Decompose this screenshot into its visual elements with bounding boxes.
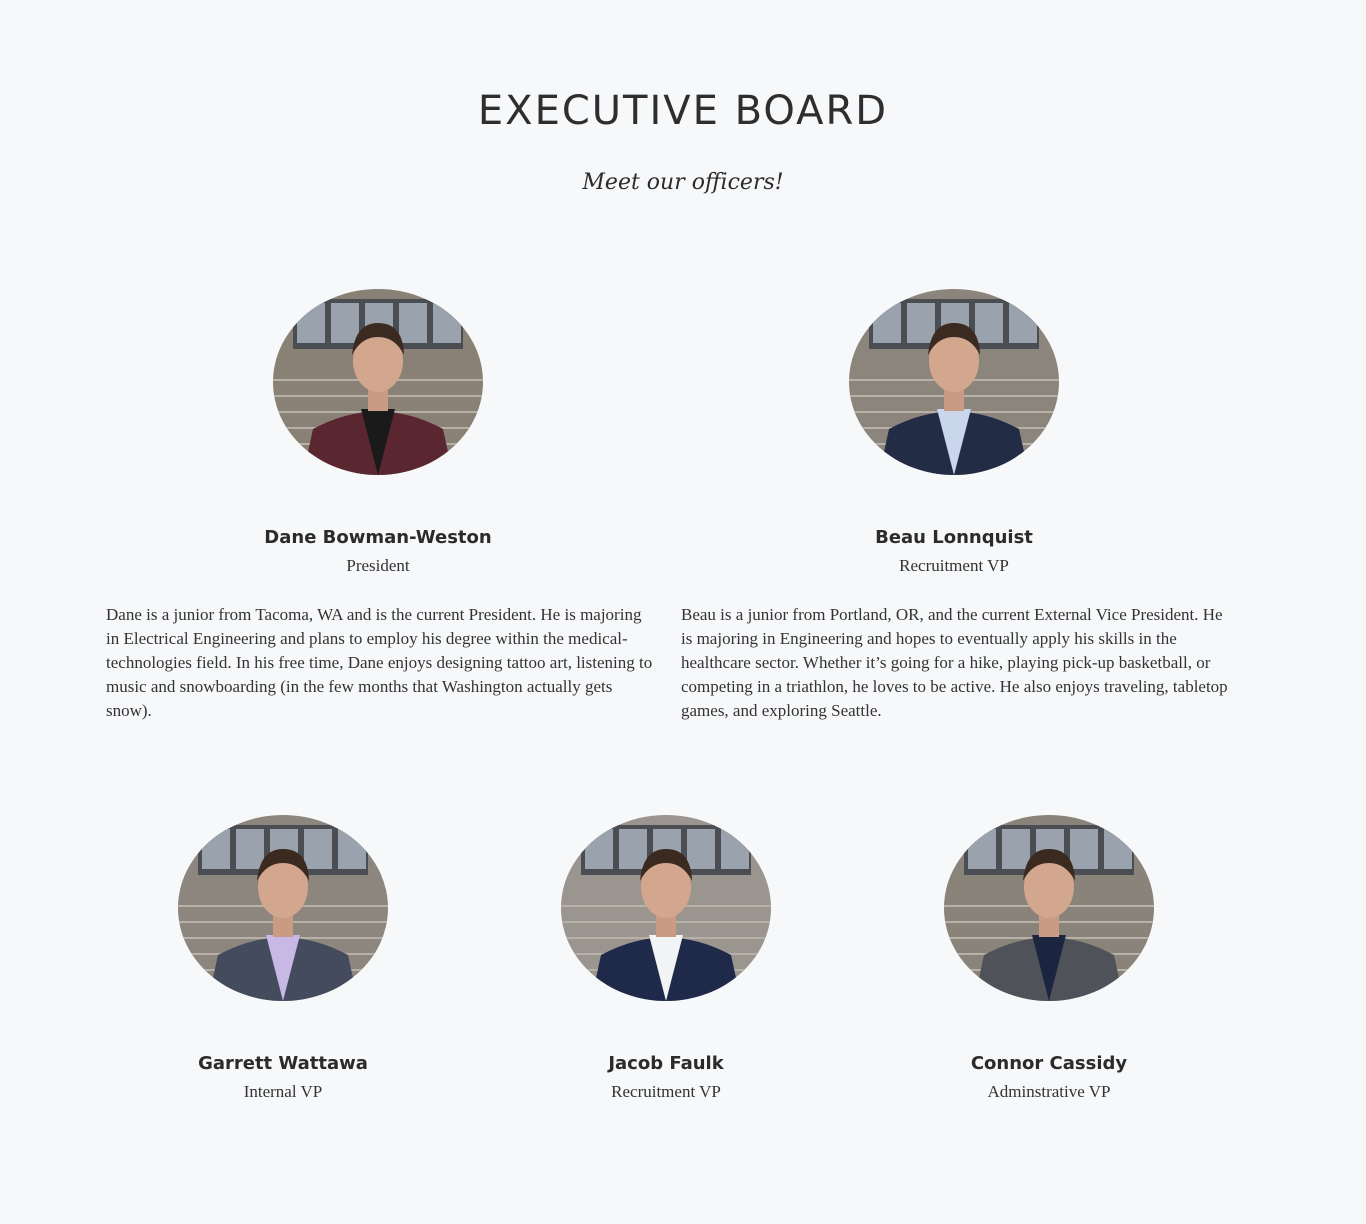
officer-photo <box>849 289 1059 475</box>
portrait-image <box>178 815 388 1001</box>
officer-role: Adminstrative VP <box>987 1082 1111 1101</box>
officer-bio: Beau is a junior from Portland, OR, and … <box>681 605 1228 720</box>
officer-photo <box>273 289 483 475</box>
officer-name: Dane Bowman-Weston <box>264 527 492 548</box>
officer-photo <box>561 815 771 1001</box>
officer-role: Recruitment VP <box>611 1082 721 1101</box>
officer-card-beau: Beau Lonnquist Recruitment VP <box>804 289 1104 577</box>
portrait-image <box>944 815 1154 1001</box>
officer-card-dane: Dane Bowman-Weston President <box>228 289 528 577</box>
officer-role: Recruitment VP <box>899 556 1009 575</box>
officer-card-connor: Connor Cassidy Adminstrative VP <box>899 815 1199 1103</box>
officer-name: Connor Cassidy <box>970 1053 1128 1074</box>
officer-name: Garrett Wattawa <box>198 1053 368 1074</box>
officer-bio: Dane is a junior from Tacoma, WA and is … <box>106 605 653 720</box>
portrait-image <box>849 289 1059 475</box>
officer-card-jacob: Jacob Faulk Recruitment VP <box>516 815 816 1103</box>
officer-role: President <box>346 556 410 575</box>
officer-name: Jacob Faulk <box>608 1053 724 1074</box>
officer-name: Beau Lonnquist <box>875 527 1033 548</box>
officer-photo <box>944 815 1154 1001</box>
portrait-image <box>561 815 771 1001</box>
page-title: EXECUTIVE BOARD <box>477 88 889 134</box>
page-subtitle: Meet our officers! <box>582 170 784 195</box>
officer-card-garrett: Garrett Wattawa Internal VP <box>133 815 433 1103</box>
portrait-image <box>273 289 483 475</box>
officer-photo <box>178 815 388 1001</box>
officer-role: Internal VP <box>243 1082 323 1101</box>
